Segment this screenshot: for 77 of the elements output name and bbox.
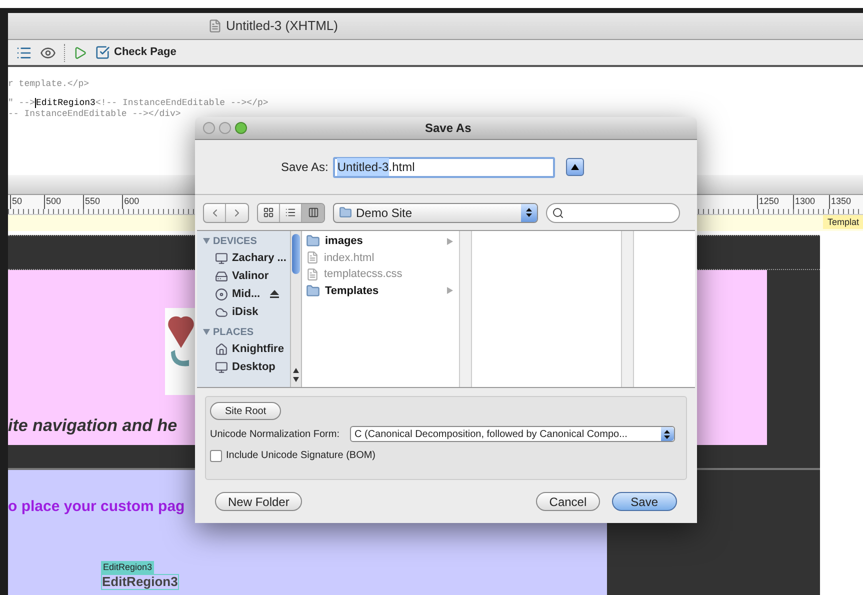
file-icon <box>306 268 319 281</box>
file-icon <box>306 251 319 264</box>
scroll-thumb[interactable] <box>292 234 300 274</box>
bom-checkbox-label: Include Unicode Signature (BOM) <box>226 449 376 463</box>
site-root-button[interactable]: Site Root <box>210 402 282 420</box>
sidebar-item[interactable]: Knightfire <box>197 340 290 358</box>
scroll-down-icon <box>293 377 299 382</box>
file-item[interactable]: images <box>302 233 459 250</box>
play-icon[interactable] <box>73 46 87 60</box>
sidebar-item[interactable]: Desktop <box>197 358 290 376</box>
ruler-label: 1350 <box>828 195 851 209</box>
house-icon <box>215 342 228 356</box>
stepper-arrows-icon <box>664 430 670 438</box>
ruler-label: 1300 <box>792 195 815 209</box>
search-icon <box>552 206 564 218</box>
sidebar-item[interactable]: Mid... <box>197 285 290 303</box>
view-mode-button[interactable] <box>258 204 280 222</box>
list-icon[interactable] <box>16 44 32 60</box>
cloud-icon <box>215 306 228 318</box>
grid-icon <box>263 207 274 218</box>
disclosure-triangle-icon <box>203 238 210 244</box>
stepper-arrows-icon <box>526 208 532 217</box>
screen-icon <box>215 360 228 374</box>
header-heading: ite navigation and he <box>8 415 178 437</box>
dialog-title: Save As <box>425 120 472 137</box>
chevron-icon <box>447 287 453 294</box>
document-icon <box>208 19 222 33</box>
view-mode-button[interactable] <box>302 204 324 222</box>
dialog-button[interactable]: New Folder <box>215 492 302 511</box>
save-as-label: Save As: <box>281 159 328 176</box>
window-title: Untitled-3 (XHTML) <box>226 17 338 36</box>
triangle-icon <box>571 164 580 170</box>
region-tag: EditRegion3 <box>101 560 154 574</box>
code-line: -- InstanceEndEditable --></div> <box>8 109 182 120</box>
dialog-button[interactable]: Cancel <box>536 492 600 511</box>
hard-drive-icon <box>215 270 228 282</box>
chevron-icon <box>447 238 453 245</box>
sidebar-item[interactable]: Zachary ... <box>197 249 290 267</box>
folder-icon <box>339 206 352 219</box>
close-button[interactable] <box>203 122 215 134</box>
checkmark-icon <box>95 45 110 60</box>
minimize-button[interactable] <box>219 122 231 134</box>
template-tag: Templat <box>823 215 863 229</box>
ruler-label: 1250 <box>756 195 779 209</box>
check-page-button[interactable]: Check Page <box>95 44 176 61</box>
content-heading: o place your custom pag <box>8 497 185 517</box>
dialog-button[interactable]: Save <box>612 492 677 511</box>
search-field[interactable] <box>546 202 680 222</box>
scroll-up-icon <box>293 368 299 373</box>
columns-icon <box>308 207 318 218</box>
normalization-select[interactable]: C (Canonical Decomposition, followed by Canonical Compo... <box>350 426 674 442</box>
ruler-label: 50 <box>10 195 22 209</box>
ruler-label: 500 <box>44 195 62 209</box>
sidebar-item[interactable]: Valinor <box>197 267 290 285</box>
zoom-button[interactable] <box>235 122 247 134</box>
code-line: r template.</p> <box>8 79 90 90</box>
monitor-icon <box>215 252 228 264</box>
sidebar-item[interactable]: iDisk <box>197 303 290 321</box>
code-line: " -->EditRegion3<!-- InstanceEndEditable --></p> <box>8 98 270 109</box>
ruler-label: 550 <box>83 195 100 209</box>
view-mode-control[interactable] <box>257 202 325 222</box>
view-mode-button[interactable] <box>280 204 302 222</box>
list-icon <box>285 207 296 218</box>
eject-icon[interactable] <box>270 290 280 298</box>
file-item[interactable]: Templates <box>302 282 459 299</box>
bom-checkbox[interactable] <box>210 450 222 462</box>
ruler-label: 600 <box>122 195 140 209</box>
disclosure-triangle-icon <box>203 329 210 335</box>
folder-icon <box>306 234 320 248</box>
expand-toggle-button[interactable] <box>566 158 584 176</box>
folder-icon <box>306 284 320 298</box>
disc-icon <box>215 288 228 300</box>
filename-field[interactable]: Untitled-3.html <box>333 156 556 178</box>
region-text: EditRegion3 <box>101 574 179 590</box>
location-popup[interactable]: Demo Site <box>333 202 538 222</box>
normalization-label: Unicode Normalization Form: <box>210 428 340 442</box>
eye-icon[interactable] <box>40 44 56 60</box>
